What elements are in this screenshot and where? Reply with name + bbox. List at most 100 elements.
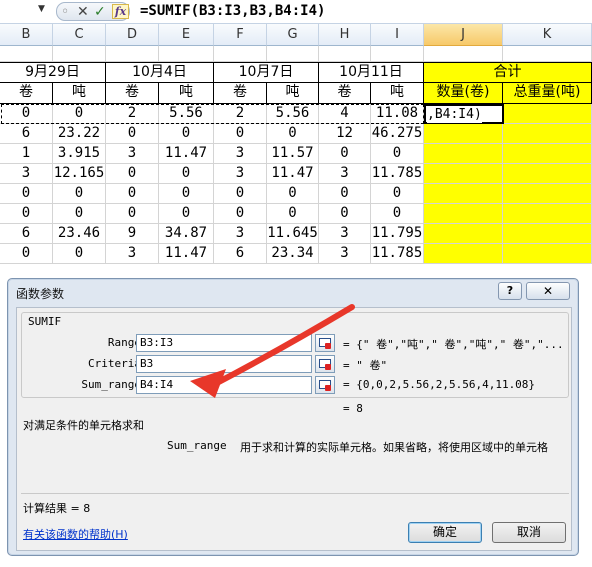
total-weight-cell[interactable] bbox=[503, 104, 592, 124]
total-weight-cell[interactable] bbox=[503, 124, 592, 144]
table-cell[interactable]: 0 bbox=[214, 204, 267, 224]
table-cell[interactable]: 0 bbox=[371, 144, 424, 164]
table-cell[interactable]: 3 bbox=[319, 164, 371, 184]
total-weight-cell[interactable] bbox=[503, 144, 592, 164]
unit-header[interactable]: 卷 bbox=[0, 83, 53, 104]
table-cell[interactable]: 6 bbox=[214, 244, 267, 264]
ok-button[interactable]: 确定 bbox=[408, 522, 482, 543]
table-cell[interactable]: 0 bbox=[0, 104, 53, 124]
table-cell[interactable]: 46.275 bbox=[371, 124, 424, 144]
table-cell[interactable]: 0 bbox=[159, 184, 214, 204]
enter-icon[interactable]: ✓ bbox=[94, 3, 106, 21]
cell[interactable] bbox=[53, 46, 106, 62]
table-cell[interactable]: 0 bbox=[0, 184, 53, 204]
sum-range-input[interactable]: B4:I4 bbox=[136, 376, 312, 394]
column-header-b[interactable]: B bbox=[0, 24, 53, 46]
range-collapse-button[interactable] bbox=[315, 334, 335, 352]
table-cell[interactable]: 0 bbox=[319, 204, 371, 224]
cell[interactable] bbox=[159, 46, 214, 62]
cancel-icon[interactable]: ✕ bbox=[77, 3, 89, 21]
column-header-g[interactable]: G bbox=[267, 24, 319, 46]
table-cell[interactable]: 0 bbox=[319, 144, 371, 164]
table-cell[interactable]: 0 bbox=[53, 244, 106, 264]
table-cell[interactable]: 11.08 bbox=[371, 104, 424, 124]
sum-range-collapse-button[interactable] bbox=[315, 376, 335, 394]
total-count-cell[interactable] bbox=[424, 204, 503, 224]
table-cell[interactable]: 11.47 bbox=[159, 244, 214, 264]
formula-input[interactable]: =SUMIF(B3:I3,B3,B4:I4) bbox=[140, 3, 325, 19]
cancel-button[interactable]: 取消 bbox=[492, 522, 566, 543]
table-cell[interactable]: 0 bbox=[371, 184, 424, 204]
table-cell[interactable]: 6 bbox=[0, 224, 53, 244]
help-link[interactable]: 有关该函数的帮助(H) bbox=[23, 526, 128, 542]
total-count-cell[interactable] bbox=[424, 224, 503, 244]
total-count-cell[interactable] bbox=[424, 144, 503, 164]
insert-function-icon[interactable]: fx bbox=[112, 4, 129, 19]
table-cell[interactable]: 0 bbox=[267, 204, 319, 224]
total-weight-cell[interactable] bbox=[503, 224, 592, 244]
table-cell[interactable]: 0 bbox=[106, 164, 159, 184]
total-header[interactable]: 合计 bbox=[424, 62, 592, 83]
table-cell[interactable]: 0 bbox=[106, 124, 159, 144]
unit-header[interactable]: 吨 bbox=[159, 83, 214, 104]
table-cell[interactable]: 11.57 bbox=[267, 144, 319, 164]
name-box-dropdown-icon[interactable]: ▼ bbox=[38, 4, 45, 14]
table-cell[interactable]: 3 bbox=[106, 244, 159, 264]
column-header-h[interactable]: H bbox=[319, 24, 371, 46]
date-header[interactable]: 10月4日 bbox=[106, 62, 214, 83]
table-cell[interactable]: 11.47 bbox=[267, 164, 319, 184]
cell[interactable] bbox=[106, 46, 159, 62]
cell[interactable] bbox=[319, 46, 371, 62]
column-header-k[interactable]: K bbox=[503, 24, 592, 46]
table-cell[interactable]: 0 bbox=[214, 184, 267, 204]
table-cell[interactable]: 3 bbox=[214, 164, 267, 184]
unit-header[interactable]: 吨 bbox=[371, 83, 424, 104]
total-weight-cell[interactable] bbox=[503, 244, 592, 264]
table-cell[interactable]: 3 bbox=[0, 164, 53, 184]
column-header-d[interactable]: D bbox=[106, 24, 159, 46]
table-cell[interactable]: 9 bbox=[106, 224, 159, 244]
table-cell[interactable]: 2 bbox=[214, 104, 267, 124]
column-header-j[interactable]: J bbox=[424, 24, 503, 46]
table-cell[interactable]: 0 bbox=[0, 244, 53, 264]
total-weight-cell[interactable] bbox=[503, 164, 592, 184]
unit-header[interactable]: 总重量(吨) bbox=[503, 83, 592, 104]
table-cell[interactable]: 4 bbox=[319, 104, 371, 124]
table-cell[interactable]: 3.915 bbox=[53, 144, 106, 164]
total-count-cell[interactable] bbox=[424, 164, 503, 184]
date-header[interactable]: 10月7日 bbox=[214, 62, 319, 83]
table-cell[interactable]: 0 bbox=[0, 204, 53, 224]
table-cell[interactable]: 6 bbox=[0, 124, 53, 144]
criteria-input[interactable]: B3 bbox=[136, 355, 312, 373]
unit-header[interactable]: 吨 bbox=[53, 83, 106, 104]
table-cell[interactable]: 0 bbox=[267, 184, 319, 204]
unit-header[interactable]: 吨 bbox=[267, 83, 319, 104]
help-button[interactable]: ? bbox=[498, 282, 522, 300]
table-cell[interactable]: 5.56 bbox=[267, 104, 319, 124]
table-cell[interactable]: 0 bbox=[159, 164, 214, 184]
table-cell[interactable]: 11.785 bbox=[371, 244, 424, 264]
table-cell[interactable]: 1 bbox=[0, 144, 53, 164]
table-cell[interactable]: 0 bbox=[159, 124, 214, 144]
table-cell[interactable]: 3 bbox=[106, 144, 159, 164]
column-header-i[interactable]: I bbox=[371, 24, 424, 46]
range-input[interactable]: B3:I3 bbox=[136, 334, 312, 352]
table-cell[interactable]: 12 bbox=[319, 124, 371, 144]
table-cell[interactable]: 23.22 bbox=[53, 124, 106, 144]
table-cell[interactable]: 3 bbox=[319, 224, 371, 244]
table-cell[interactable]: 0 bbox=[106, 204, 159, 224]
cell[interactable] bbox=[267, 46, 319, 62]
table-cell[interactable]: 3 bbox=[214, 144, 267, 164]
table-cell[interactable]: 11.47 bbox=[159, 144, 214, 164]
table-cell[interactable]: 11.645 bbox=[267, 224, 319, 244]
table-cell[interactable]: 3 bbox=[319, 244, 371, 264]
total-count-cell[interactable] bbox=[424, 124, 503, 144]
table-cell[interactable]: 23.34 bbox=[267, 244, 319, 264]
active-cell[interactable]: ,B4:I4) bbox=[424, 104, 504, 124]
cell[interactable] bbox=[0, 46, 53, 62]
total-weight-cell[interactable] bbox=[503, 184, 592, 204]
table-cell[interactable]: 12.165 bbox=[53, 164, 106, 184]
total-count-cell[interactable] bbox=[424, 184, 503, 204]
unit-header[interactable]: 卷 bbox=[319, 83, 371, 104]
table-cell[interactable]: 23.46 bbox=[53, 224, 106, 244]
